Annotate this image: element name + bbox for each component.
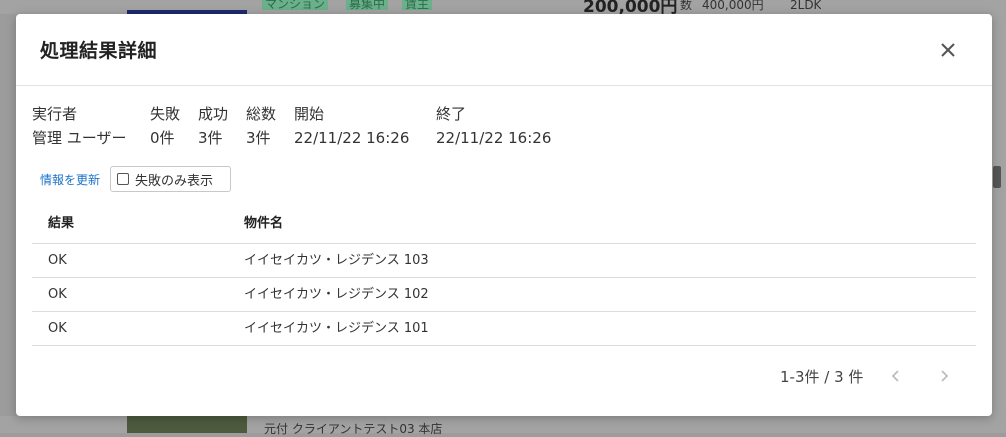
summary-label: 総数 bbox=[246, 105, 277, 123]
cell-property-name: イイセイカツ・レジデンス 102 bbox=[244, 287, 429, 302]
background-tag: マンション bbox=[262, 0, 329, 10]
chevron-right-icon bbox=[941, 370, 949, 382]
cell-property-name: イイセイカツ・レジデンス 101 bbox=[244, 321, 429, 336]
next-page-button[interactable] bbox=[932, 364, 956, 388]
checkbox[interactable] bbox=[117, 173, 129, 185]
cell-result: OK bbox=[48, 287, 67, 302]
close-icon bbox=[941, 43, 955, 57]
close-button[interactable] bbox=[932, 34, 964, 66]
table-row[interactable]: OK イイセイカツ・レジデンス 101 bbox=[32, 312, 976, 346]
background-tag: 賃主 bbox=[402, 0, 433, 10]
summary-label: 終了 bbox=[436, 105, 467, 123]
prev-page-button[interactable] bbox=[884, 364, 908, 388]
result-detail-dialog: 処理結果詳細 実行者 管理 ユーザー 失敗 0件 成功 3件 総数 3件 開始 … bbox=[16, 14, 992, 416]
background-layout: 2LDK bbox=[790, 0, 822, 12]
summary-value: 0件 bbox=[150, 129, 175, 147]
summary-col-start: 開始 22/11/22 16:26 bbox=[294, 102, 409, 150]
table-row[interactable]: OK イイセイカツ・レジデンス 102 bbox=[32, 278, 976, 312]
summary-label: 失敗 bbox=[150, 105, 181, 123]
cell-result: OK bbox=[48, 321, 67, 336]
summary-col-success: 成功 3件 bbox=[198, 102, 228, 150]
background-info-label: 数 bbox=[680, 0, 693, 12]
dialog-title: 処理結果詳細 bbox=[40, 40, 158, 62]
summary-label: 成功 bbox=[198, 105, 229, 123]
header-property-name[interactable]: 物件名 bbox=[244, 207, 283, 241]
summary-col-total: 総数 3件 bbox=[246, 102, 276, 150]
background-price: 200,000円 bbox=[583, 0, 678, 14]
summary-label: 実行者 bbox=[32, 105, 78, 123]
table-header: 結果 物件名 bbox=[32, 207, 976, 244]
summary-value: 22/11/22 16:26 bbox=[294, 129, 410, 147]
failed-only-label: 失敗のみ表示 bbox=[135, 173, 214, 189]
summary-value: 管理 ユーザー bbox=[32, 129, 127, 147]
summary-col-end: 終了 22/11/22 16:26 bbox=[436, 102, 551, 150]
background-thumbnail bbox=[127, 416, 247, 433]
failed-only-toggle[interactable]: 失敗のみ表示 bbox=[110, 166, 231, 192]
summary-value: 22/11/22 16:26 bbox=[436, 129, 552, 147]
refresh-link[interactable]: 情報を更新 bbox=[40, 172, 100, 188]
table-row[interactable]: OK イイセイカツ・レジデンス 103 bbox=[32, 244, 976, 278]
header-result[interactable]: 結果 bbox=[48, 207, 74, 241]
chevron-left-icon bbox=[891, 370, 899, 382]
background-scroll-mark bbox=[993, 166, 1001, 188]
background-tag: 募集中 bbox=[346, 0, 389, 10]
summary-label: 開始 bbox=[294, 105, 325, 123]
summary-value: 3件 bbox=[198, 129, 223, 147]
background-page-edge bbox=[992, 14, 1006, 416]
cell-result: OK bbox=[48, 253, 67, 268]
pagination-status: 1-3件 / 3 件 bbox=[780, 368, 864, 386]
summary-col-failed: 失敗 0件 bbox=[150, 102, 180, 150]
background-info-value: 400,000円 bbox=[702, 0, 764, 12]
dialog-header: 処理結果詳細 bbox=[16, 14, 992, 86]
result-table: 結果 物件名 OK イイセイカツ・レジデンス 103 OK イイセイカツ・レジデ… bbox=[32, 207, 976, 346]
summary-value: 3件 bbox=[246, 129, 271, 147]
background-address: 元付 クライアントテスト03 本店 bbox=[264, 422, 443, 436]
summary-col-executor: 実行者 管理 ユーザー bbox=[32, 102, 126, 150]
cell-property-name: イイセイカツ・レジデンス 103 bbox=[244, 253, 429, 268]
